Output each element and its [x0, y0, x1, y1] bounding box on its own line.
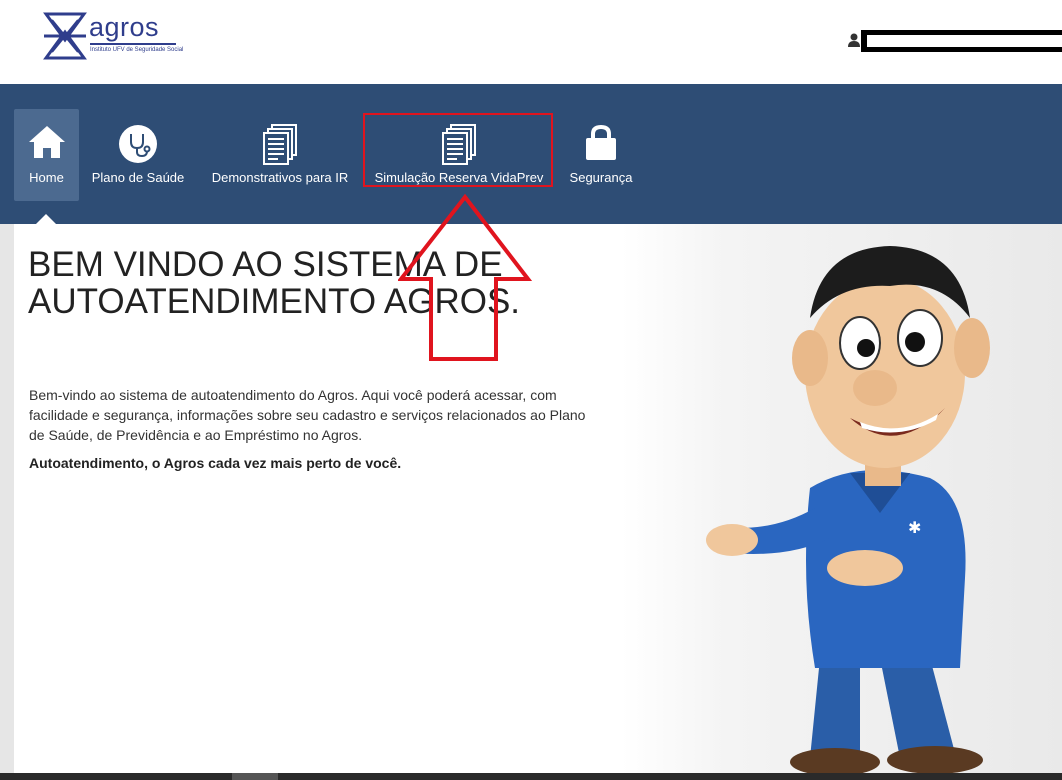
nav-label-demonstrativos-ir: Demonstrativos para IR	[211, 170, 349, 185]
stethoscope-icon	[119, 125, 157, 163]
nav-label-plano-de-saude: Plano de Saúde	[91, 170, 185, 185]
documents-icon	[263, 124, 297, 165]
tagline: Autoatendimento, o Agros cada vez mais p…	[29, 455, 402, 471]
logo-underline	[90, 43, 176, 45]
header: agros Instituto UFV de Seguridade Social	[0, 0, 1062, 84]
nav-label-home: Home	[29, 170, 64, 185]
nav-item-seguranca[interactable]: Segurança	[566, 109, 636, 201]
bottom-taskbar	[0, 773, 1062, 780]
mascot-illustration-icon: ✱	[706, 246, 990, 774]
logo-subtitle: Instituto UFV de Seguridade Social	[90, 47, 184, 53]
user-name-redacted	[867, 35, 1062, 47]
logo-text: agros	[89, 12, 160, 42]
nav-label-seguranca: Segurança	[569, 170, 633, 185]
logo-emblem-icon	[43, 12, 87, 60]
active-nav-caret	[36, 214, 56, 224]
intro-paragraph: Bem-vindo ao sistema de autoatendimento …	[29, 387, 586, 443]
lock-icon	[586, 125, 616, 160]
home-icon	[28, 126, 65, 158]
nav-item-demonstrativos-ir[interactable]: Demonstrativos para IR	[208, 109, 352, 201]
agros-logo[interactable]: agros Instituto UFV de Seguridade Social	[42, 10, 184, 64]
svg-text:✱: ✱	[908, 518, 921, 537]
user-icon	[848, 33, 860, 47]
taskbar-segment	[232, 773, 278, 780]
nav-item-home[interactable]: Home	[14, 109, 79, 201]
user-name-field[interactable]	[861, 30, 1062, 52]
highlight-box	[363, 113, 553, 187]
nav-item-plano-de-saude[interactable]: Plano de Saúde	[88, 109, 188, 201]
annotation-arrow-icon	[398, 193, 532, 361]
